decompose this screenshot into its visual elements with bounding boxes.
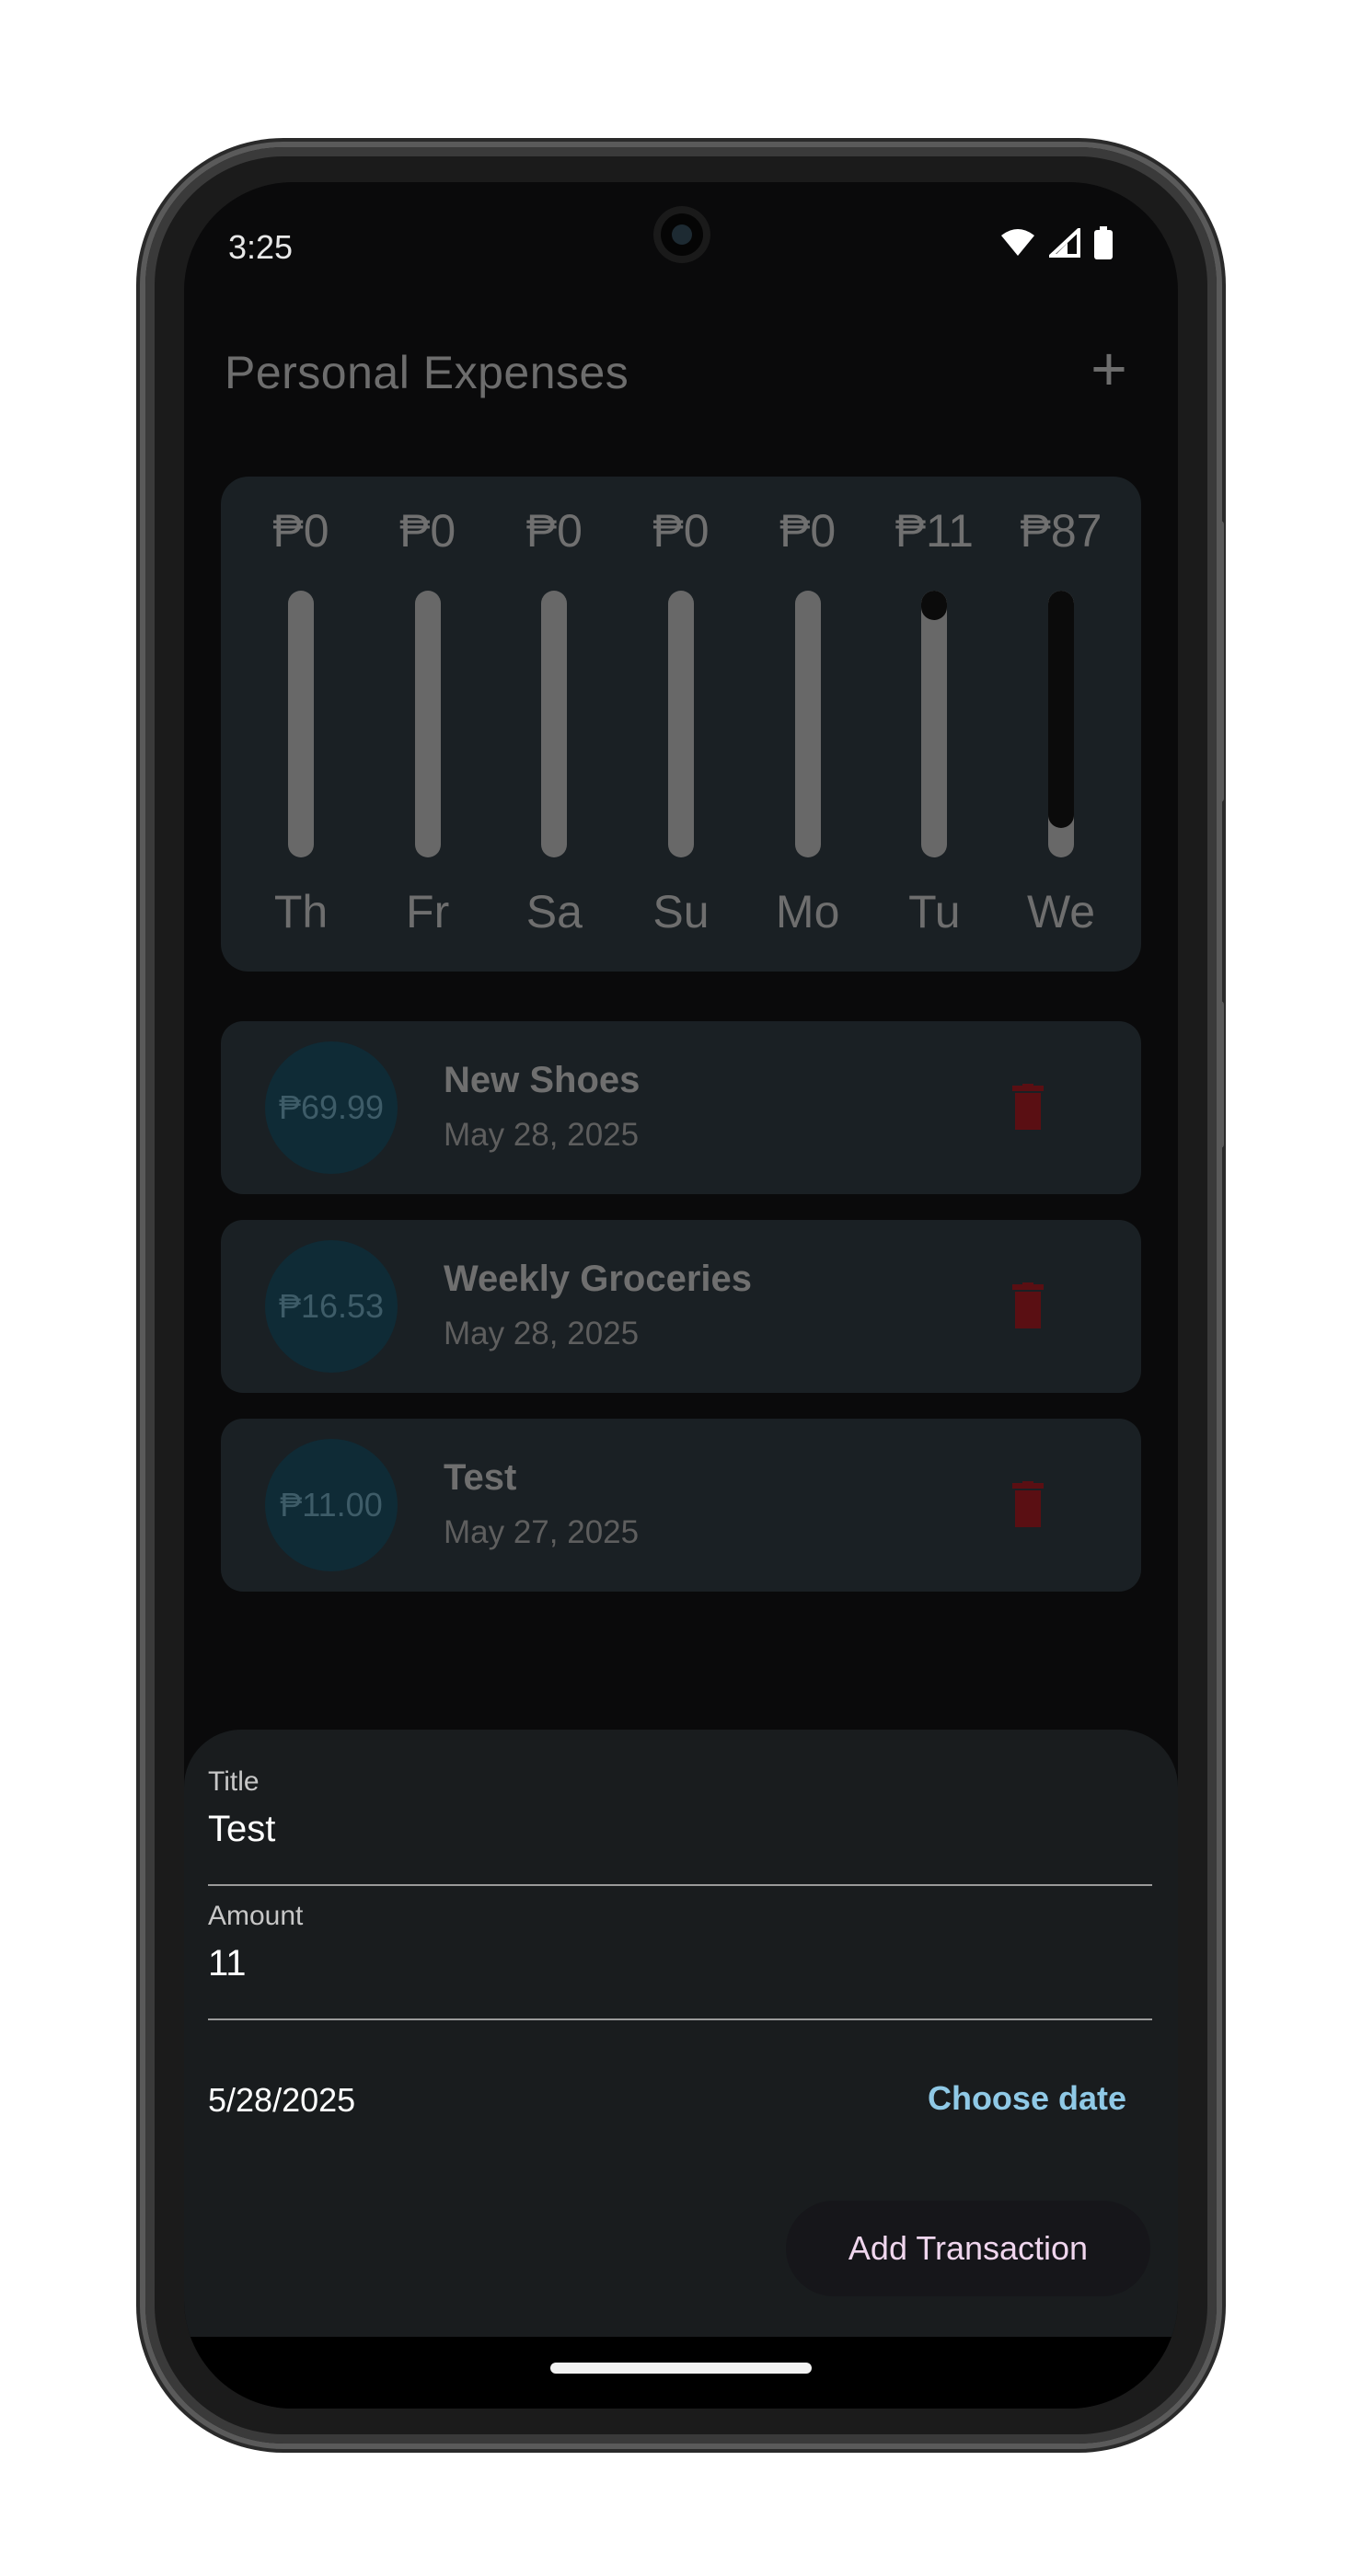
title-field[interactable]: Test — [208, 1809, 275, 1850]
transaction-title: Test — [444, 1457, 517, 1498]
chart-column-we: ₱87 We — [1010, 477, 1112, 972]
amount-field-label: Amount — [208, 1901, 304, 1931]
transaction-amount-badge: ₱11.00 — [265, 1439, 398, 1571]
chart-bar-fill — [921, 591, 948, 620]
chart-day-label: We — [1026, 886, 1096, 937]
status-icons — [999, 226, 1114, 259]
transaction-card: ₱16.53 Weekly Groceries May 28, 2025 — [221, 1220, 1141, 1393]
amount-field[interactable]: 11 — [208, 1943, 247, 1984]
chart-bar-track — [541, 591, 568, 857]
chart-bar-track — [414, 591, 441, 857]
chart-bar-fill — [1048, 591, 1074, 829]
chart-bar-track — [668, 591, 694, 857]
chart-column-tu: ₱11 Tu — [883, 477, 985, 972]
title-field-underline — [208, 1884, 1152, 1886]
chart-amount-label: ₱87 — [1020, 505, 1102, 557]
navigation-bar — [184, 2337, 1178, 2409]
trash-icon[interactable] — [1012, 1084, 1044, 1130]
add-transaction-button[interactable]: Add Transaction — [786, 2201, 1150, 2296]
chart-bar-track — [288, 591, 314, 857]
chart-amount-label: ₱11 — [895, 505, 974, 557]
weekly-chart: ₱0 Th ₱0 Fr ₱0 Sa ₱0 Su ₱0 Mo ₱11 Tu ₱87 We — [221, 477, 1141, 972]
chart-day-label: Fr — [406, 886, 450, 937]
chart-bar-track — [794, 591, 821, 857]
signal-icon — [1049, 228, 1080, 258]
trash-icon[interactable] — [1012, 1481, 1044, 1527]
transaction-title: New Shoes — [444, 1060, 641, 1100]
volume-button — [1217, 521, 1224, 802]
app-title: Personal Expenses — [225, 347, 629, 398]
power-button — [1217, 1001, 1224, 1148]
add-transaction-icon[interactable]: + — [1077, 338, 1141, 403]
front-camera — [653, 206, 710, 263]
home-gesture-handle[interactable] — [550, 2363, 812, 2374]
battery-icon — [1094, 226, 1113, 259]
chart-bar-track — [921, 591, 948, 857]
chart-amount-label: ₱0 — [399, 505, 456, 557]
choose-date-button[interactable]: Choose date — [928, 2079, 1126, 2118]
transaction-date: May 27, 2025 — [444, 1514, 640, 1550]
trash-icon[interactable] — [1012, 1282, 1044, 1328]
transaction-card: ₱69.99 New Shoes May 28, 2025 — [221, 1021, 1141, 1194]
transaction-date: May 28, 2025 — [444, 1316, 640, 1351]
selected-date: 5/28/2025 — [208, 2081, 356, 2119]
chart-column-mo: ₱0 Mo — [757, 477, 859, 972]
transaction-date: May 28, 2025 — [444, 1117, 640, 1153]
chart-column-sa: ₱0 Sa — [503, 477, 605, 972]
transaction-amount-badge: ₱16.53 — [265, 1240, 398, 1373]
chart-day-label: Th — [273, 886, 329, 937]
chart-column-th: ₱0 Th — [250, 477, 352, 972]
status-bar: 3:25 — [184, 182, 1178, 311]
chart-amount-label: ₱0 — [525, 505, 583, 557]
chart-day-label: Su — [652, 886, 710, 937]
amount-field-underline — [208, 2018, 1152, 2020]
chart-column-su: ₱0 Su — [630, 477, 732, 972]
transaction-amount-badge: ₱69.99 — [265, 1041, 398, 1174]
status-time: 3:25 — [228, 228, 294, 266]
new-transaction-sheet: Title Test Amount 11 5/28/2025 Choose da… — [184, 1730, 1178, 2337]
chart-bar-track — [1048, 591, 1074, 857]
chart-amount-label: ₱0 — [272, 505, 329, 557]
chart-column-fr: ₱0 Fr — [377, 477, 479, 972]
transaction-card: ₱11.00 Test May 27, 2025 — [221, 1419, 1141, 1592]
phone-screen: 3:25 Personal Expenses + ₱0 Th ₱0 Fr ₱0 Sa ₱0 S… — [184, 182, 1178, 2409]
chart-amount-label: ₱0 — [652, 505, 710, 557]
chart-day-label: Tu — [908, 886, 961, 937]
chart-day-label: Mo — [775, 886, 840, 937]
title-field-label: Title — [208, 1766, 260, 1797]
transaction-title: Weekly Groceries — [444, 1259, 753, 1299]
wifi-icon — [1001, 229, 1034, 256]
chart-day-label: Sa — [525, 886, 583, 937]
chart-amount-label: ₱0 — [779, 505, 837, 557]
